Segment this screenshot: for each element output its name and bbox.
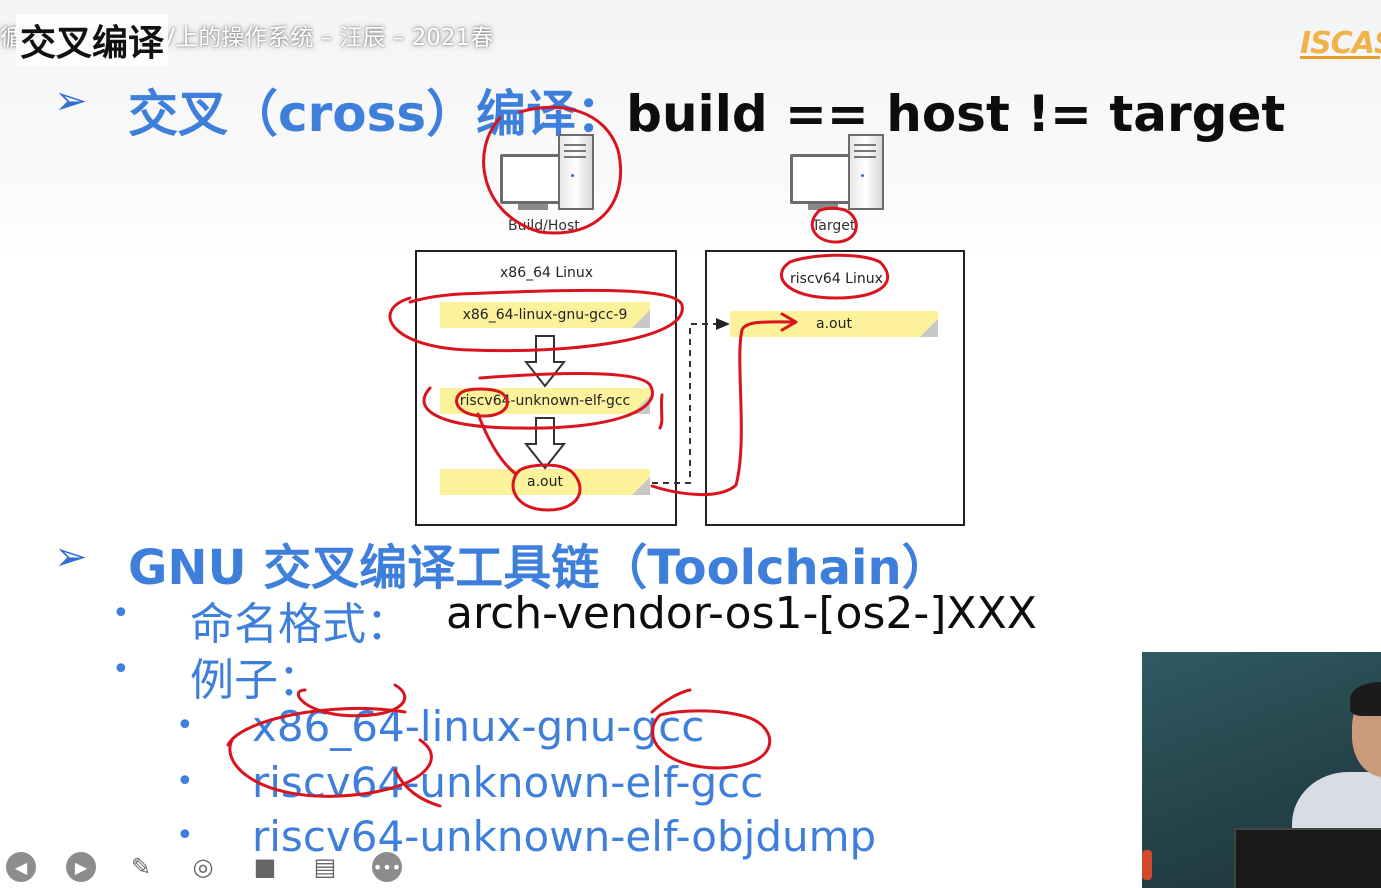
connector-arrowhead [716, 318, 730, 330]
red-annotation-strokes [226, 105, 890, 808]
more-icon[interactable]: ••• [372, 852, 402, 882]
comment-icon[interactable]: ▤ [310, 852, 340, 882]
screenshot-icon[interactable]: ◎ [188, 852, 218, 882]
pen-icon[interactable]: ✎ [126, 852, 156, 882]
section-title: 交叉编译 [16, 14, 169, 66]
down-arrow-2 [523, 417, 567, 470]
iscas-logo: ISCAS [1300, 26, 1381, 61]
down-arrow-1 [523, 335, 567, 388]
previous-icon[interactable]: ◀ [6, 852, 36, 882]
slide: ➢ 交叉（cross）编译：build == host != target Bu… [0, 0, 1381, 888]
presenter-webcam [1142, 652, 1381, 888]
next-icon[interactable]: ▶ [66, 852, 96, 882]
camera-icon[interactable]: ■ [250, 852, 280, 882]
